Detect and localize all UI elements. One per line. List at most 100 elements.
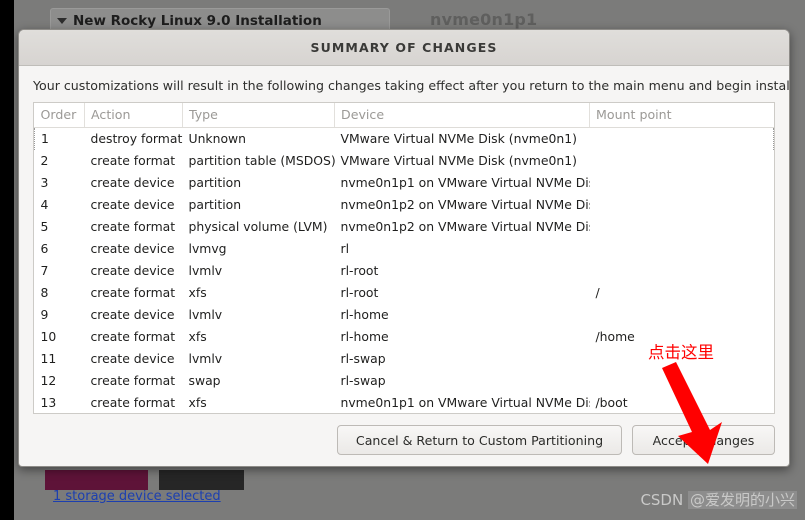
table-row[interactable]: 4 create device partition nvme0n1p2 on VMwa… [35, 194, 774, 216]
cell-action: create format [90, 285, 176, 301]
cell-order: 9 [40, 307, 49, 323]
cell-device: VMware Virtual NVMe Disk (nvme0n1) [340, 131, 577, 147]
cell-type: Unknown [188, 131, 247, 147]
cell-type: physical volume (LVM) [188, 219, 328, 235]
cell-device: rl-swap [340, 351, 386, 367]
cell-type: partition [188, 197, 242, 213]
cell-type: swap [188, 373, 221, 389]
column-header-action[interactable]: Action [84, 103, 183, 129]
table-row[interactable]: 11 create device lvmlv rl-swap [35, 348, 774, 370]
column-header-order[interactable]: Order [34, 103, 85, 129]
cell-order: 10 [40, 329, 57, 345]
installation-target-label: New Rocky Linux 9.0 Installation [73, 13, 322, 29]
background-secondary-button[interactable] [159, 470, 244, 490]
watermark-prefix: CSDN [640, 491, 688, 509]
cell-mount-point: /boot [595, 395, 628, 411]
cell-device: VMware Virtual NVMe Disk (nvme0n1) [340, 153, 577, 169]
cell-action: create format [90, 395, 176, 411]
cell-action: create format [90, 373, 176, 389]
cell-mount-point [590, 238, 774, 260]
cell-action: create device [90, 351, 175, 367]
cell-mount-point [590, 216, 774, 238]
table-row[interactable]: 8 create format xfs rl-root / [35, 282, 774, 304]
dialog-header: SUMMARY OF CHANGES [19, 30, 789, 66]
dialog-intro-text: Your customizations will result in the f… [33, 78, 790, 93]
cell-device: nvme0n1p1 on VMware Virtual NVMe Disk [340, 175, 590, 191]
cell-order: 11 [40, 351, 57, 367]
cell-type: xfs [188, 395, 207, 411]
changes-table: Order Action Type Device Mount point 1 de… [34, 103, 774, 413]
cell-action: create device [90, 263, 175, 279]
cell-order: 3 [40, 175, 49, 191]
changes-table-body: 1 destroy format Unknown VMware Virtual NVM… [34, 127, 774, 413]
cell-mount-point [590, 370, 774, 392]
cell-action: create device [90, 197, 175, 213]
cell-mount-point: /home [595, 329, 635, 345]
table-row[interactable]: 12 create format swap rl-swap [35, 370, 774, 392]
changes-table-container[interactable]: Order Action Type Device Mount point 1 de… [33, 102, 775, 414]
cell-mount-point [590, 304, 774, 326]
cell-device: rl [340, 241, 350, 257]
watermark: CSDN @爱发明的小兴 [640, 489, 797, 510]
cell-order: 8 [40, 285, 49, 301]
cell-action: create device [90, 307, 175, 323]
column-header-device[interactable]: Device [334, 103, 590, 129]
cell-type: partition [188, 175, 242, 191]
cell-order: 12 [40, 373, 57, 389]
table-row[interactable]: 3 create device partition nvme0n1p1 on VMwa… [35, 172, 774, 194]
cell-order: 2 [40, 153, 49, 169]
window-left-gutter [0, 0, 14, 520]
table-row[interactable]: 9 create device lvmlv rl-home [35, 304, 774, 326]
column-header-type[interactable]: Type [182, 103, 335, 129]
table-row[interactable]: 7 create device lvmlv rl-root [35, 260, 774, 282]
cell-device: rl-home [340, 329, 389, 345]
dialog-title: SUMMARY OF CHANGES [310, 40, 498, 55]
cell-order: 6 [40, 241, 49, 257]
cell-type: xfs [188, 329, 207, 345]
table-row[interactable]: 1 destroy format Unknown VMware Virtual NVM… [34, 127, 774, 151]
chevron-down-icon [57, 18, 67, 24]
cell-type: lvmvg [188, 241, 227, 257]
table-row[interactable]: 10 create format xfs rl-home/home [35, 326, 774, 348]
cell-mount-point [590, 150, 774, 172]
cell-device: rl-swap [340, 373, 386, 389]
cell-order: 5 [40, 219, 49, 235]
table-row[interactable]: 2 create format partition table (MSDOS) VMw… [35, 150, 774, 172]
cell-mount-point [590, 172, 774, 194]
cell-order: 13 [40, 395, 57, 411]
column-header-mount-point[interactable]: Mount point [589, 103, 774, 129]
cell-device: rl-root [340, 263, 379, 279]
cancel-return-to-custom-partitioning-button[interactable]: Cancel & Return to Custom Partitioning [337, 425, 622, 455]
cell-device: rl-root [340, 285, 379, 301]
cell-action: create format [90, 329, 176, 345]
cell-mount-point [590, 194, 774, 216]
accept-changes-button[interactable]: Accept Changes [632, 425, 775, 455]
table-row[interactable]: 13 create format xfs nvme0n1p1 on VMware Vi… [35, 392, 774, 413]
cell-mount-point [590, 260, 774, 282]
cell-device: nvme0n1p1 on VMware Virtual NVMe Disk [340, 395, 590, 411]
table-row[interactable]: 6 create device lvmvg rl [35, 238, 774, 260]
summary-of-changes-dialog: SUMMARY OF CHANGES Your customizations w… [18, 29, 790, 467]
cell-action: create device [90, 175, 175, 191]
cell-action: create format [90, 153, 176, 169]
cell-action: destroy format [90, 131, 183, 147]
cell-type: lvmlv [188, 307, 223, 323]
cell-order: 1 [34, 127, 85, 151]
cell-type: xfs [188, 285, 207, 301]
cell-action: create format [90, 219, 176, 235]
cell-mount-point [589, 127, 774, 151]
cell-type: lvmlv [188, 263, 223, 279]
storage-devices-link[interactable]: 1 storage device selected [53, 489, 221, 504]
disk-partition-label: nvme0n1p1 [430, 10, 538, 29]
dialog-footer: Cancel & Return to Custom Partitioning A… [19, 414, 789, 466]
background-primary-button[interactable] [45, 470, 148, 490]
cell-device: rl-home [340, 307, 389, 323]
cell-type: lvmlv [188, 351, 223, 367]
cell-device: nvme0n1p2 on VMware Virtual NVMe Disk [340, 197, 590, 213]
cell-action: create device [90, 241, 175, 257]
watermark-username: @爱发明的小兴 [687, 491, 797, 509]
table-row[interactable]: 5 create format physical volume (LVM) nvme0… [35, 216, 774, 238]
dialog-body: Your customizations will result in the f… [19, 66, 789, 414]
cell-mount-point: / [595, 285, 600, 301]
changes-table-head: Order Action Type Device Mount point [34, 103, 774, 129]
